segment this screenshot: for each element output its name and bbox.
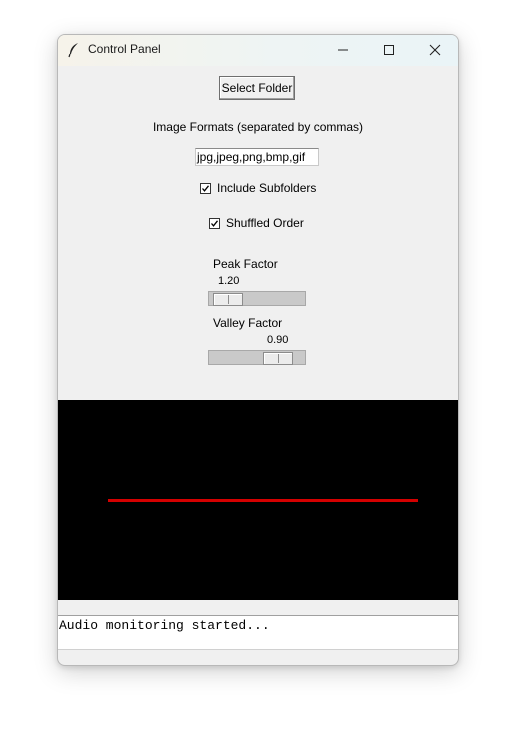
include-subfolders-label: Include Subfolders bbox=[217, 181, 317, 195]
valley-factor-slider-thumb[interactable] bbox=[263, 352, 293, 365]
title-bar[interactable]: Control Panel bbox=[58, 35, 458, 66]
log-text-area[interactable]: Audio monitoring started... bbox=[58, 615, 458, 650]
maximize-icon bbox=[384, 45, 394, 55]
valley-factor-label: Valley Factor bbox=[213, 316, 283, 330]
control-panel-window: Control Panel Select Folder Image Format… bbox=[57, 34, 459, 666]
shuffled-order-label: Shuffled Order bbox=[226, 216, 304, 230]
peak-factor-slider-thumb[interactable] bbox=[213, 293, 243, 306]
peak-factor-label: Peak Factor bbox=[213, 257, 278, 271]
image-formats-input[interactable]: jpg,jpeg,png,bmp,gif bbox=[195, 148, 319, 166]
peak-factor-slider[interactable] bbox=[208, 291, 306, 306]
audio-level-line bbox=[108, 499, 418, 502]
feather-icon bbox=[67, 42, 81, 58]
checkmark-icon bbox=[211, 220, 219, 227]
select-folder-button[interactable]: Select Folder bbox=[219, 76, 295, 100]
image-formats-label: Image Formats (separated by commas) bbox=[152, 120, 364, 134]
checkbox-box[interactable] bbox=[200, 183, 211, 194]
valley-factor-value: 0.90 bbox=[267, 334, 289, 346]
audio-visualizer-canvas bbox=[58, 400, 458, 600]
window-title: Control Panel bbox=[88, 42, 161, 56]
close-button[interactable] bbox=[412, 35, 458, 66]
checkbox-box[interactable] bbox=[209, 218, 220, 229]
minimize-icon bbox=[338, 49, 348, 51]
valley-factor-slider[interactable] bbox=[208, 350, 306, 365]
minimize-button[interactable] bbox=[320, 35, 366, 66]
peak-factor-value: 1.20 bbox=[218, 275, 240, 287]
checkmark-icon bbox=[202, 185, 210, 192]
close-icon bbox=[429, 44, 441, 56]
maximize-button[interactable] bbox=[366, 35, 412, 66]
